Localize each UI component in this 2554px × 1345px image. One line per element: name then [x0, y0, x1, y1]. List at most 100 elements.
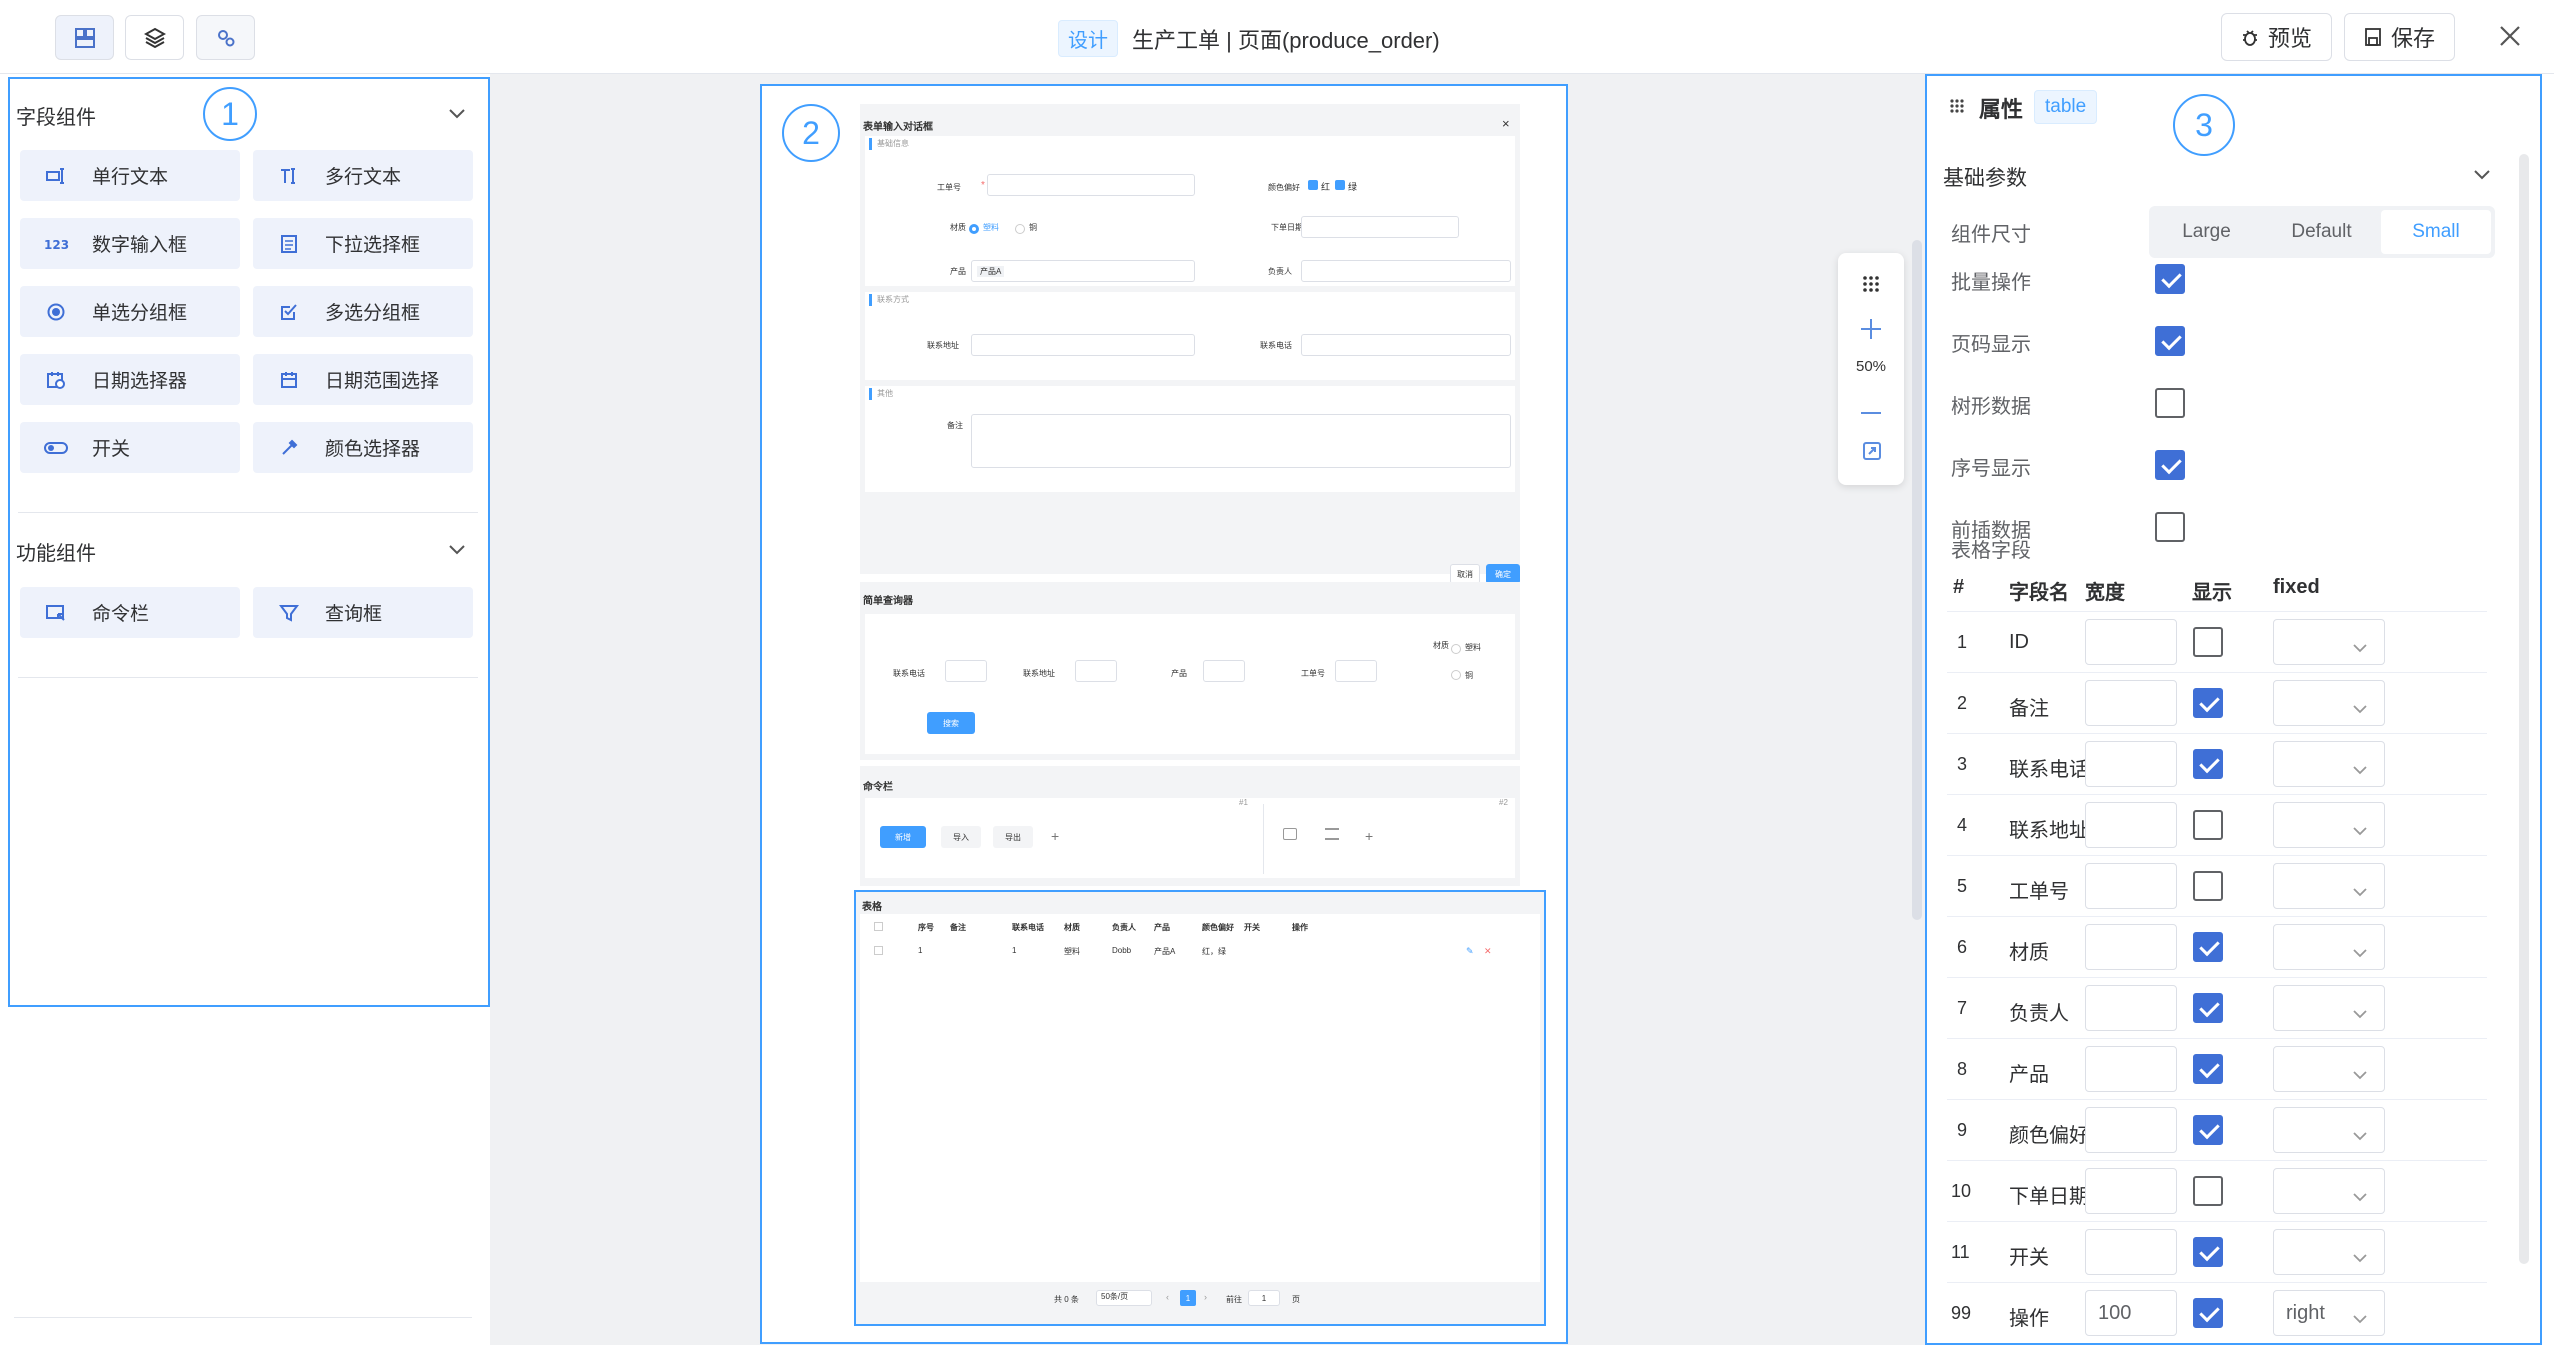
- field-fixed-select[interactable]: right: [2273, 1290, 2385, 1336]
- field-fixed-select[interactable]: [2273, 1229, 2385, 1275]
- cmd-export-button[interactable]: 导出: [993, 826, 1033, 848]
- field-width-input[interactable]: [2085, 1229, 2177, 1275]
- select-all-checkbox[interactable]: [874, 922, 883, 931]
- query-copper-radio[interactable]: [1451, 670, 1461, 680]
- next-page-icon[interactable]: ›: [1204, 1292, 1207, 1302]
- row-checkbox[interactable]: [874, 946, 883, 955]
- field-width-input[interactable]: [2085, 863, 2177, 909]
- goto-page-input[interactable]: 1: [1248, 1290, 1280, 1306]
- field-width-input[interactable]: 100: [2085, 1290, 2177, 1336]
- settings-button[interactable]: [196, 15, 255, 60]
- dialog-close-icon[interactable]: ×: [1502, 116, 1510, 131]
- cmd-import-button[interactable]: 导入: [941, 826, 981, 848]
- zoom-out-icon[interactable]: [1859, 403, 1883, 421]
- prev-page-icon[interactable]: ‹: [1166, 1292, 1169, 1302]
- canvas-scrollbar[interactable]: [1912, 240, 1922, 920]
- component-command-bar[interactable]: 命令栏: [20, 587, 240, 638]
- collapse-field-group[interactable]: [448, 107, 466, 125]
- remark-textarea[interactable]: [971, 414, 1511, 468]
- color-green-checkbox[interactable]: [1335, 180, 1345, 190]
- order-no-input[interactable]: [987, 174, 1195, 196]
- component-radio[interactable]: 单选分组框: [20, 286, 240, 337]
- filter-list-icon[interactable]: [1325, 828, 1339, 840]
- field-show-checkbox[interactable]: [2193, 749, 2223, 779]
- option-checkbox[interactable]: [2155, 450, 2185, 480]
- field-fixed-select[interactable]: [2273, 741, 2385, 787]
- option-checkbox[interactable]: [2155, 512, 2185, 542]
- size-default-option[interactable]: Default: [2264, 206, 2379, 258]
- field-fixed-select[interactable]: [2273, 924, 2385, 970]
- edit-icon[interactable]: ✎: [1466, 946, 1476, 956]
- field-width-input[interactable]: [2085, 985, 2177, 1031]
- field-width-input[interactable]: [2085, 802, 2177, 848]
- address-input[interactable]: [971, 334, 1195, 356]
- delete-icon[interactable]: ✕: [1484, 946, 1494, 956]
- size-small-option[interactable]: Small: [2381, 210, 2491, 254]
- cmd-new-button[interactable]: 新增: [880, 826, 926, 848]
- close-button[interactable]: [2496, 22, 2524, 50]
- field-fixed-select[interactable]: [2273, 1046, 2385, 1092]
- page-1-button[interactable]: 1: [1180, 1290, 1196, 1306]
- field-width-input[interactable]: [2085, 741, 2177, 787]
- owner-input[interactable]: [1301, 260, 1511, 282]
- field-width-input[interactable]: [2085, 1107, 2177, 1153]
- component-multi-line-text[interactable]: 多行文本: [253, 150, 473, 201]
- page-size-select[interactable]: 50条/页: [1096, 1290, 1152, 1306]
- component-select[interactable]: 下拉选择框: [253, 218, 473, 269]
- component-single-line-text[interactable]: 单行文本: [20, 150, 240, 201]
- query-plastic-radio[interactable]: [1451, 644, 1461, 654]
- phone-input[interactable]: [1301, 334, 1511, 356]
- drag-handle-icon[interactable]: [1862, 275, 1880, 298]
- columns-icon[interactable]: [1283, 828, 1297, 840]
- field-show-checkbox[interactable]: [2193, 810, 2223, 840]
- save-button[interactable]: 保存: [2344, 13, 2455, 61]
- component-checkbox-group[interactable]: 多选分组框: [253, 286, 473, 337]
- field-fixed-select[interactable]: [2273, 619, 2385, 665]
- query-address-input[interactable]: [1075, 660, 1117, 682]
- components-view-button[interactable]: [55, 15, 114, 60]
- option-checkbox[interactable]: [2155, 264, 2185, 294]
- component-color-picker[interactable]: 颜色选择器: [253, 422, 473, 473]
- field-width-input[interactable]: [2085, 1046, 2177, 1092]
- dialog-cancel-button[interactable]: 取消: [1450, 564, 1480, 584]
- field-show-checkbox[interactable]: [2193, 871, 2223, 901]
- option-checkbox[interactable]: [2155, 326, 2185, 356]
- size-large-option[interactable]: Large: [2149, 206, 2264, 258]
- field-show-checkbox[interactable]: [2193, 627, 2223, 657]
- field-show-checkbox[interactable]: [2193, 1237, 2223, 1267]
- query-phone-input[interactable]: [945, 660, 987, 682]
- field-show-checkbox[interactable]: [2193, 1054, 2223, 1084]
- field-show-checkbox[interactable]: [2193, 688, 2223, 718]
- material-copper-radio[interactable]: [1015, 224, 1025, 234]
- field-show-checkbox[interactable]: [2193, 1115, 2223, 1145]
- field-show-checkbox[interactable]: [2193, 1176, 2223, 1206]
- component-number-input[interactable]: 123 数字输入框: [20, 218, 240, 269]
- field-width-input[interactable]: [2085, 619, 2177, 665]
- date-input[interactable]: [1301, 216, 1459, 238]
- zoom-in-icon[interactable]: [1859, 317, 1883, 346]
- field-fixed-select[interactable]: [2273, 1168, 2385, 1214]
- component-filter[interactable]: 查询框: [253, 587, 473, 638]
- field-show-checkbox[interactable]: [2193, 993, 2223, 1023]
- collapse-basic-params[interactable]: [2473, 168, 2491, 186]
- field-fixed-select[interactable]: [2273, 1107, 2385, 1153]
- component-date-picker[interactable]: 日期选择器: [20, 354, 240, 405]
- preview-button[interactable]: 预览: [2221, 13, 2332, 61]
- query-search-button[interactable]: 搜索: [927, 712, 975, 734]
- field-show-checkbox[interactable]: [2193, 1298, 2223, 1328]
- material-plastic-radio[interactable]: [969, 224, 979, 234]
- layers-button[interactable]: [125, 15, 184, 60]
- query-product-select[interactable]: [1203, 660, 1245, 682]
- color-red-checkbox[interactable]: [1308, 180, 1318, 190]
- cmd-add-right[interactable]: +: [1365, 828, 1373, 844]
- cmd-add-left[interactable]: +: [1051, 828, 1059, 844]
- component-date-range[interactable]: 日期范围选择: [253, 354, 473, 405]
- field-width-input[interactable]: [2085, 680, 2177, 726]
- collapse-func-group[interactable]: [448, 543, 466, 561]
- component-switch[interactable]: 开关: [20, 422, 240, 473]
- dialog-ok-button[interactable]: 确定: [1486, 564, 1520, 584]
- field-fixed-select[interactable]: [2273, 802, 2385, 848]
- field-fixed-select[interactable]: [2273, 680, 2385, 726]
- fit-screen-icon[interactable]: [1862, 441, 1882, 466]
- field-show-checkbox[interactable]: [2193, 932, 2223, 962]
